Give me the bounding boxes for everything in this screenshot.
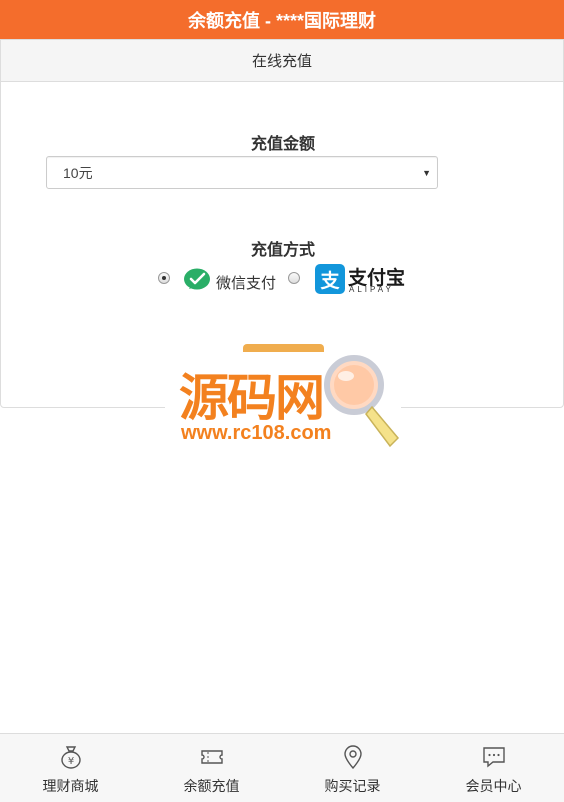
ticket-icon xyxy=(200,750,223,764)
location-pin-icon xyxy=(343,745,362,770)
alipay-icon-glyph: 支 xyxy=(320,270,340,292)
chevron-down-icon: ▼ xyxy=(422,168,431,178)
watermark: 源码网 www.rc108.com xyxy=(165,352,401,452)
nav-label-records: 购买记录 xyxy=(324,778,381,794)
bottom-nav: ¥ 理财商城 余额充值 购买记录 会员中心 xyxy=(0,733,564,802)
amount-selected-value: 10元 xyxy=(63,164,93,181)
watermark-title: 源码网 xyxy=(179,369,325,427)
payment-method-label: 充值方式 xyxy=(250,242,315,259)
nav-item-shop[interactable]: ¥ 理财商城 xyxy=(0,734,141,802)
watermark-url: www.rc108.com xyxy=(181,422,332,444)
nav-label-member: 会员中心 xyxy=(465,778,522,794)
nav-label-recharge: 余额充值 xyxy=(183,778,240,794)
alipay-sublabel: ALIPAY xyxy=(349,285,394,294)
chat-bubble-icon xyxy=(482,747,505,768)
app-header: 余额充值 - ****国际理财 xyxy=(0,0,564,39)
money-bag-icon: ¥ xyxy=(60,746,81,769)
wechat-pay-label[interactable]: 微信支付 xyxy=(216,272,276,293)
alipay-icon[interactable]: 支 xyxy=(315,264,345,294)
payment-method-options: 微信支付 支 支付宝 ALIPAY xyxy=(1,264,564,300)
svg-text:¥: ¥ xyxy=(67,756,73,767)
panel-heading-text: 在线充值 xyxy=(251,53,312,70)
nav-item-records[interactable]: 购买记录 xyxy=(282,734,423,802)
panel-heading: 在线充值 xyxy=(1,40,563,82)
nav-label-shop: 理财商城 xyxy=(42,778,99,794)
wechat-pay-radio[interactable] xyxy=(158,272,170,284)
amount-select[interactable]: 10元 ▼ xyxy=(46,156,438,189)
wechat-pay-icon[interactable] xyxy=(183,268,211,292)
page-title: 余额充值 - ****国际理财 xyxy=(187,10,376,31)
magnifier-icon xyxy=(324,355,400,448)
nav-item-recharge[interactable]: 余额充值 xyxy=(141,734,282,802)
alipay-radio[interactable] xyxy=(288,272,300,284)
amount-label: 充值金额 xyxy=(250,136,315,153)
nav-item-member[interactable]: 会员中心 xyxy=(423,734,564,802)
